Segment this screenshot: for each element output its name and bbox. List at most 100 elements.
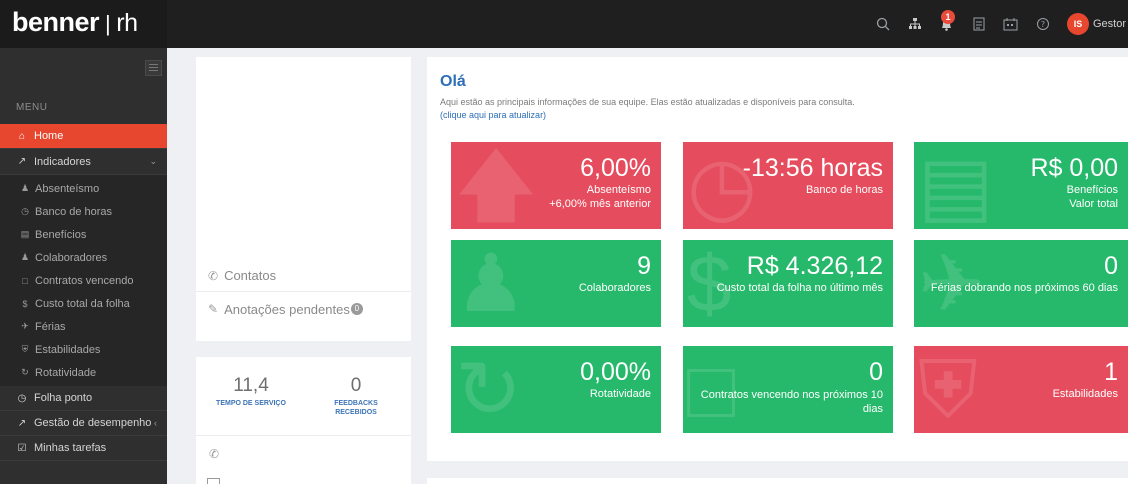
tile-colaboradores[interactable]: ♟ 9 Colaboradores: [451, 240, 661, 327]
phone-icon: ✆: [208, 268, 219, 283]
feedbacks-value: 0: [350, 375, 362, 396]
sidebar-toggle-button[interactable]: [145, 60, 162, 76]
tile-value: 1: [1104, 358, 1118, 386]
secondary-panel: [427, 478, 1128, 484]
sidebar-subitem-contratos-vencendo[interactable]: □ Contratos vencendo: [0, 269, 167, 292]
logo-name: benner: [12, 7, 100, 37]
tempo-servico-value: 11,4: [233, 375, 269, 396]
feedbacks-label-line1: FEEDBACKS: [334, 400, 378, 407]
line-chart-icon: ↗: [17, 417, 27, 429]
anotacoes-link[interactable]: ✎ Anotações pendentes 0: [196, 293, 411, 325]
anotacoes-count-badge: 0: [350, 303, 363, 315]
search-icon[interactable]: [868, 0, 898, 48]
svg-text:?: ?: [1041, 20, 1045, 29]
tile-value: 9: [637, 252, 651, 280]
logo-separator: |: [105, 11, 111, 36]
sidebar-subitem-label: Colaboradores: [35, 251, 108, 264]
sidebar-subitem-ferias[interactable]: ✈ Férias: [0, 315, 167, 338]
sidebar-subitem-absenteismo[interactable]: ♟ Absenteísmo: [0, 177, 167, 200]
contatos-link[interactable]: ✆ Contatos: [196, 260, 411, 292]
bell-icon[interactable]: 1: [932, 0, 962, 48]
greeting-subtitle: Aqui estão as principais informações de …: [440, 97, 855, 107]
chevron-left-icon: ‹: [154, 418, 157, 428]
report-icon[interactable]: [964, 0, 994, 48]
benner-logo[interactable]: benner | rh: [12, 7, 138, 38]
sidebar-item-minhas-tarefas[interactable]: ☑ Minhas tarefas: [0, 436, 167, 461]
sidebar-subitem-beneficios[interactable]: ▤ Benefícios: [0, 223, 167, 246]
user-name: Gestor: [1092, 18, 1126, 30]
sidebar-subitem-custo-total[interactable]: $ Custo total da folha: [0, 292, 167, 315]
sidebar-subitem-label: Contratos vencendo: [35, 274, 134, 287]
user-menu[interactable]: IS Gestor: [1066, 13, 1126, 35]
menu-label: MENU: [16, 102, 48, 113]
users-icon: ♟: [20, 183, 30, 193]
sidebar-item-home[interactable]: ⌂ Home: [0, 124, 167, 149]
sidebar: MENU ⌂ Home ↗ Indicadores ⌄ ♟ Absenteísm…: [0, 48, 167, 484]
top-icons: 1 ? IS Gestor: [867, 0, 1128, 48]
tile-label: Banco de horas: [805, 184, 883, 196]
sidebar-subitem-rotatividade[interactable]: ↻ Rotatividade: [0, 361, 167, 384]
brand-area: benner | rh: [0, 0, 167, 48]
dashboard-panel: Olá Aqui estão as principais informações…: [427, 57, 1128, 461]
sidebar-subitem-colaboradores[interactable]: ♟ Colaboradores: [0, 246, 167, 269]
sidebar-subitem-estabilidades[interactable]: ⛨ Estabilidades: [0, 338, 167, 361]
line-chart-icon: ↗: [17, 156, 27, 167]
sidebar-subitem-label: Custo total da folha: [35, 297, 130, 310]
tile-label: Absenteísmo: [586, 184, 651, 196]
mail-icon: [207, 478, 220, 484]
sidebar-item-gestao-desempenho[interactable]: ↗ Gestão de desempenho ‹: [0, 411, 167, 436]
help-icon[interactable]: ?: [1028, 0, 1058, 48]
group-icon: ♟: [455, 240, 527, 327]
dollar-icon: $: [22, 298, 28, 309]
sidebar-item-label: Home: [34, 130, 64, 142]
tile-absenteismo[interactable]: 🡅 6,00% Absenteísmo +6,00% mês anterior: [451, 142, 661, 229]
card-icon: ▤: [918, 142, 994, 229]
profile-panel: ✆ Contatos ✎ Anotações pendentes 0: [196, 57, 411, 341]
home-icon: ⌂: [18, 130, 26, 142]
sidebar-item-indicadores[interactable]: ↗ Indicadores ⌄: [0, 149, 167, 175]
feedbacks-label-line2: RECEBIDOS: [335, 409, 377, 416]
edit-icon: ✎: [208, 302, 219, 316]
tile-beneficios[interactable]: ▤ R$ 0,00 Benefícios Valor total: [914, 142, 1128, 229]
phone-icon: ✆: [209, 447, 220, 461]
tile-contratos[interactable]: □ 0 Contratos vencendo nos próximos 10 d…: [683, 346, 893, 433]
avatar: IS: [1066, 13, 1089, 35]
tile-rotatividade[interactable]: ↻ 0,00% Rotatividade: [451, 346, 661, 433]
tile-sublabel: +6,00% mês anterior: [549, 198, 651, 210]
sidebar-subitem-label: Estabilidades: [35, 343, 101, 356]
org-chart-icon[interactable]: [900, 0, 930, 48]
tile-value: 0: [869, 358, 883, 386]
clock-icon: ◷: [17, 392, 27, 404]
tile-value: 6,00%: [580, 154, 651, 182]
tile-label: Benefícios: [1066, 184, 1118, 196]
stats-panel: 11,4 TEMPO DE SERVIÇO 0 FEEDBACKS RECEBID…: [196, 357, 411, 484]
tile-ferias[interactable]: ✈ 0 Férias dobrando nos próximos 60 dias: [914, 240, 1128, 327]
sidebar-item-label: Gestão de desempenho: [34, 417, 152, 429]
contatos-label: Contatos: [224, 268, 277, 283]
card-icon: ▤: [20, 229, 30, 239]
sidebar-subitem-label: Absenteísmo: [35, 182, 100, 195]
feedbacks-stat: 0 FEEDBACKS RECEBIDOS: [306, 375, 406, 417]
tile-label: Custo total da folha no último mês: [716, 282, 883, 294]
sidebar-item-label: Indicadores: [34, 155, 91, 168]
sidebar-nav: ⌂ Home ↗ Indicadores ⌄ ♟ Absenteísmo ◷ B…: [0, 124, 167, 461]
arrow-up-icon: 🡅: [455, 142, 538, 229]
shield-icon: ⛨: [918, 346, 978, 433]
tile-banco-horas[interactable]: ◷ -13:56 horas Banco de horas: [683, 142, 893, 229]
chevron-down-icon: ⌄: [149, 156, 157, 166]
sidebar-subitem-label: Férias: [35, 320, 66, 333]
group-icon: ♟: [20, 252, 30, 262]
sidebar-subitem-label: Rotatividade: [35, 366, 97, 379]
sidebar-item-label: Minhas tarefas: [34, 442, 107, 454]
sidebar-item-folha-ponto[interactable]: ◷ Folha ponto: [0, 386, 167, 411]
tile-value: R$ 0,00: [1030, 154, 1118, 182]
tile-estabilidades[interactable]: ⛨ 1 Estabilidades: [914, 346, 1128, 433]
calendar-icon[interactable]: [996, 0, 1026, 48]
tile-custo-folha[interactable]: $ R$ 4.326,12 Custo total da folha no úl…: [683, 240, 893, 327]
plane-icon: ✈: [21, 321, 29, 331]
sidebar-subitem-banco-de-horas[interactable]: ◷ Banco de horas: [0, 200, 167, 223]
anotacoes-label: Anotações pendentes: [224, 301, 350, 317]
tile-sublabel: Valor total: [1069, 198, 1118, 210]
tile-value: 0,00%: [580, 358, 651, 386]
refresh-link[interactable]: (clique aqui para atualizar): [440, 110, 546, 120]
